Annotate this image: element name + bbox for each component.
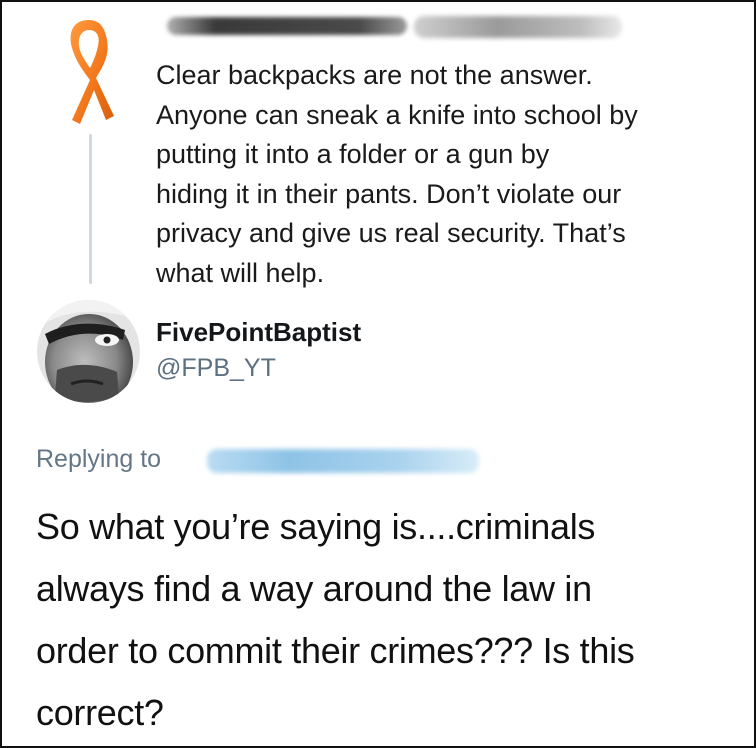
replying-to-label: Replying to [36, 445, 162, 473]
parent-tweet-text: Clear backpacks are not the answer. Anyo… [156, 60, 638, 288]
author-display-name[interactable]: FivePointBaptist [156, 317, 361, 348]
redacted-replying-to-handle[interactable] [207, 449, 479, 473]
tweet-thread-screenshot: Clear backpacks are not the answer. Anyo… [0, 0, 756, 748]
thread-connector-line [89, 134, 92, 284]
redacted-author-handle[interactable] [414, 16, 622, 38]
author-handle[interactable]: @FPB_YT [156, 354, 276, 383]
reply-tweet-text: So what you’re saying is....criminals al… [36, 506, 635, 733]
redacted-author-name[interactable] [167, 17, 407, 35]
orange-ribbon-avatar[interactable] [60, 16, 118, 128]
author-avatar[interactable] [37, 300, 140, 403]
user-avatar-photo-icon [37, 300, 140, 403]
awareness-ribbon-icon [70, 20, 114, 124]
